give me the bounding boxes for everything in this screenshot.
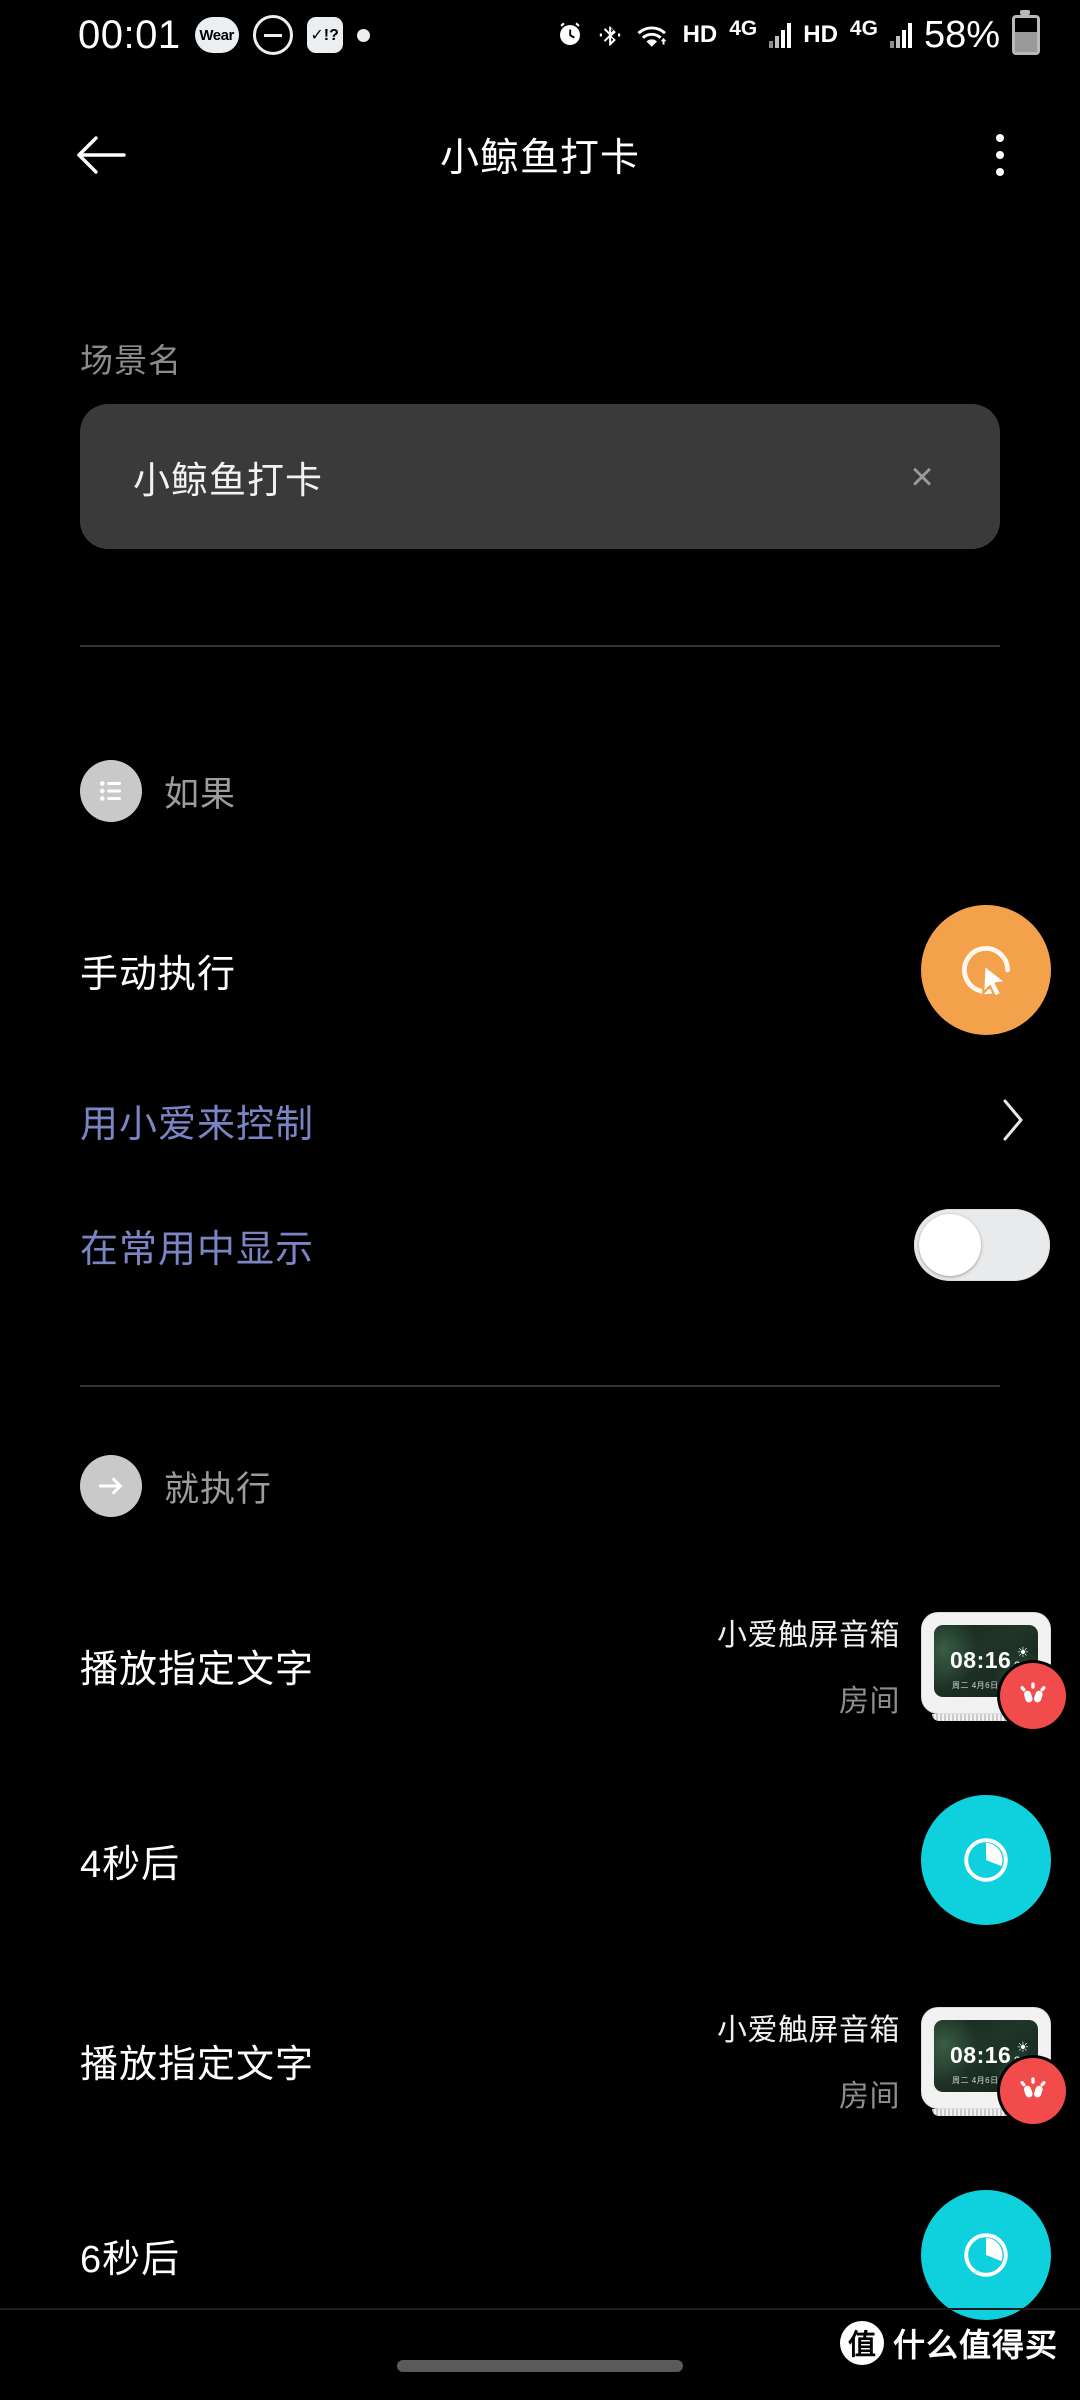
show-in-frequent-row[interactable]: 在常用中显示 [0,1190,1080,1300]
home-indicator[interactable] [397,2360,683,2372]
alarm-icon [559,22,580,45]
status-time: 00:01 [78,12,181,57]
action-row[interactable]: 播放指定文字 小爱触屏音箱 房间 08:16 ☀26° 周二 4月6日 宜购物 [0,1590,1080,1740]
delay-row[interactable]: 6秒后 [0,2185,1080,2325]
xiaoai-control-label: 用小爱来控制 [80,1103,315,1146]
list-icon [80,760,142,822]
section-divider [80,1385,1000,1387]
scene-name-field[interactable]: 小鲸鱼打卡 × [80,404,1000,549]
status-bar-right: HD 4G HD 4G 58% [555,10,1040,57]
device-thumbnail: 08:16 ☀26° 周二 4月6日 宜购物 [922,1609,1066,1729]
action-device-name: 小爱触屏音箱 [717,1619,900,1652]
action-label: 播放指定文字 [80,2043,315,2086]
overflow-menu-button[interactable] [970,122,1030,188]
if-section-title: 如果 [164,774,237,814]
chevron-right-icon [1003,1099,1023,1141]
toggle-knob [919,1214,981,1276]
manual-trigger-icon [921,905,1051,1035]
status-bar-left: 00:01 Wear ✓!? [78,13,370,58]
xiaoai-icon [1000,1663,1066,1729]
delay-timer-icon [921,2190,1051,2320]
overflow-menu-icon [996,134,1004,142]
sim2-hd-label: HD [803,21,838,48]
page-title: 小鲸鱼打卡 [439,137,640,180]
then-section-title: 就执行 [164,1469,273,1509]
delay-label: 4秒后 [80,1843,181,1886]
delay-row[interactable]: 4秒后 [0,1790,1080,1930]
watermark-logo: 值 [839,2321,884,2365]
nav-separator [0,2308,1080,2310]
wifi-icon [637,26,666,47]
watermark: 值 什么值得买 [839,2320,1058,2366]
device-thumbnail: 08:16 ☀26° 周二 4月6日 宜购物 [922,2004,1066,2124]
action-device-name: 小爱触屏音箱 [717,2014,900,2047]
battery-percentage: 58% [923,13,1000,56]
action-row[interactable]: 播放指定文字 小爱触屏音箱 房间 08:16 ☀26° 周二 4月6日 宜购物 [0,1985,1080,2135]
xiaoai-icon [1000,2058,1066,2124]
action-device-room: 房间 [839,1685,900,1718]
sim1-network-label: 4G [729,17,758,40]
do-not-disturb-icon [252,15,293,55]
sim2-signal-icon [889,22,912,48]
sim2-network-label: 4G [849,17,878,40]
wear-icon: Wear [194,17,239,53]
then-section-header: 就执行 [80,1455,272,1517]
action-device-room: 房间 [839,2080,900,2113]
xiaoai-control-row[interactable]: 用小爱来控制 [0,1065,1080,1175]
watermark-text: 什么值得买 [892,2327,1058,2363]
trigger-label: 手动执行 [80,953,237,996]
status-bar: 00:01 Wear ✓!? HD 4G HD 4G 58% [0,0,1080,70]
trigger-row-manual[interactable]: 手动执行 [0,900,1080,1040]
section-divider [80,645,1000,647]
battery-icon [1012,10,1040,55]
if-section-header: 如果 [80,760,236,822]
check-question-icon: ✓!? [306,17,343,53]
scene-name-label: 场景名 [80,342,182,379]
sim1-signal-icon [769,22,792,48]
app-bar: 小鲸鱼打卡 [0,100,1080,210]
sim1-hd-label: HD [682,21,718,48]
show-in-frequent-label: 在常用中显示 [80,1228,315,1271]
arrow-right-icon [80,1455,142,1517]
show-in-frequent-toggle[interactable] [914,1209,1050,1281]
thumbnail-clock: 08:16 [950,1647,1012,1673]
action-label: 播放指定文字 [80,1648,315,1691]
close-icon[interactable]: × [899,454,945,500]
scene-name-value[interactable]: 小鲸鱼打卡 [133,450,323,504]
dot-icon [356,28,370,42]
delay-label: 6秒后 [80,2238,181,2281]
delay-timer-icon [921,1795,1051,1925]
bluetooth-icon [599,24,620,46]
thumbnail-clock: 08:16 [950,2042,1012,2068]
